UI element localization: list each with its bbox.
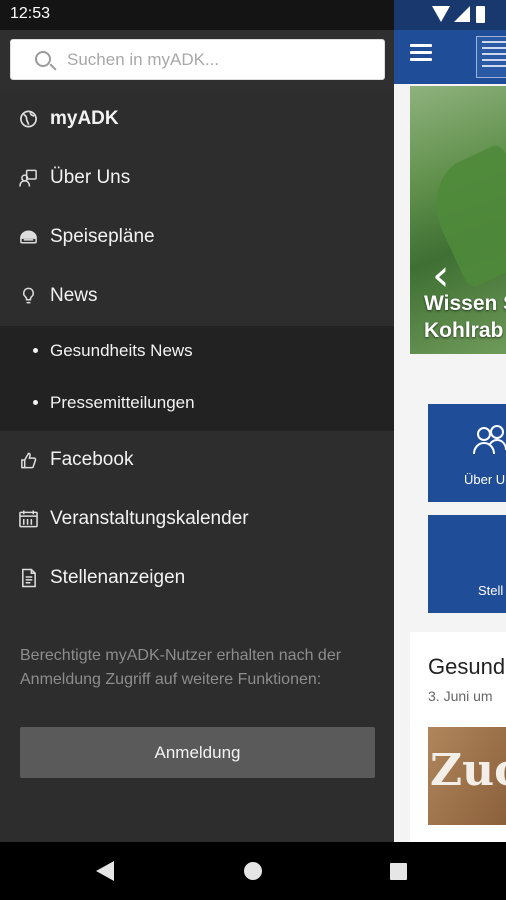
menu-item-speiseplaene[interactable]: Speisepläne [0,208,394,267]
menu-item-facebook[interactable]: Facebook [0,431,394,490]
menu-item-news[interactable]: News [0,267,394,326]
menu-item-ueber-uns[interactable]: Über Uns [0,149,394,208]
menu-item-veranstaltungskalender[interactable]: Veranstaltungskalender [0,490,394,549]
search-box[interactable] [10,39,385,80]
status-icons [432,6,494,24]
navigation-drawer: 12:53 myADK Über Uns Speisepläne [0,0,394,842]
menu-item-label: Speisepläne [50,226,155,247]
menu-item-label: News [50,285,98,306]
bullet-icon [33,348,38,353]
recent-apps-icon[interactable] [390,863,407,880]
food-icon [20,230,37,244]
submenu-item-label: Gesundheits News [50,341,193,360]
menu-item-label: Stellenanzeigen [50,567,186,588]
back-icon[interactable] [96,861,114,881]
thumbs-up-icon [21,452,37,469]
status-time: 12:53 [10,5,51,22]
calendar-icon [19,510,38,528]
submenu-item-gesundheits-news[interactable]: Gesundheits News [0,326,394,378]
submenu-item-label: Pressemitteilungen [50,393,195,412]
tile-label: Über U [464,472,506,487]
hamburger-menu-icon[interactable] [410,44,432,62]
menu-item-label: Facebook [50,449,134,470]
globe-icon [20,110,37,128]
document-icon [22,568,36,588]
news-submenu: Gesundheits News Pressemitteilungen [0,326,394,431]
battery-icon [476,6,485,23]
menu-item-stellenanzeigen[interactable]: Stellenanzeigen [0,549,394,608]
adk-logo-icon [476,36,506,78]
tile-stellenanzeigen[interactable]: Stell [428,515,506,613]
wifi-icon [432,6,450,22]
hero-title-line2: Kohlrab [424,319,504,342]
tile-ueber-uns[interactable]: Über U [428,404,506,502]
bullet-icon [33,400,38,405]
menu-item-label: Über Uns [50,167,131,188]
android-nav-bar [0,842,506,900]
lightbulb-icon [23,287,34,304]
drawer-menu: myADK Über Uns Speisepläne News Gesundhe… [0,90,394,608]
submenu-item-pressemitteilungen[interactable]: Pressemitteilungen [0,378,394,430]
hero-title-line1: Wissen S [424,292,506,315]
home-icon[interactable] [244,862,262,880]
card-title: Gesund [428,654,506,679]
people-icon [19,169,37,187]
login-info-text: Berechtigte myADK-Nutzer erhalten nach d… [20,647,342,688]
card-date: 3. Juni um [428,688,493,704]
signal-icon [454,6,470,22]
status-bar: 12:53 [0,0,394,30]
news-card[interactable]: Gesund 3. Juni um Zuc [410,632,506,842]
hero-title: Wissen S Kohlrab [424,290,506,344]
people-icon [473,425,506,455]
card-image-text: Zuc [430,745,506,796]
menu-item-label: Veranstaltungskalender [50,508,249,529]
search-input[interactable] [67,40,367,79]
tile-label: Stell [478,583,504,598]
login-button[interactable]: Anmeldung [20,727,375,778]
menu-item-label: myADK [50,108,119,129]
menu-item-myadk[interactable]: myADK [0,90,394,149]
search-icon [35,51,51,67]
card-image: Zuc [428,727,506,825]
